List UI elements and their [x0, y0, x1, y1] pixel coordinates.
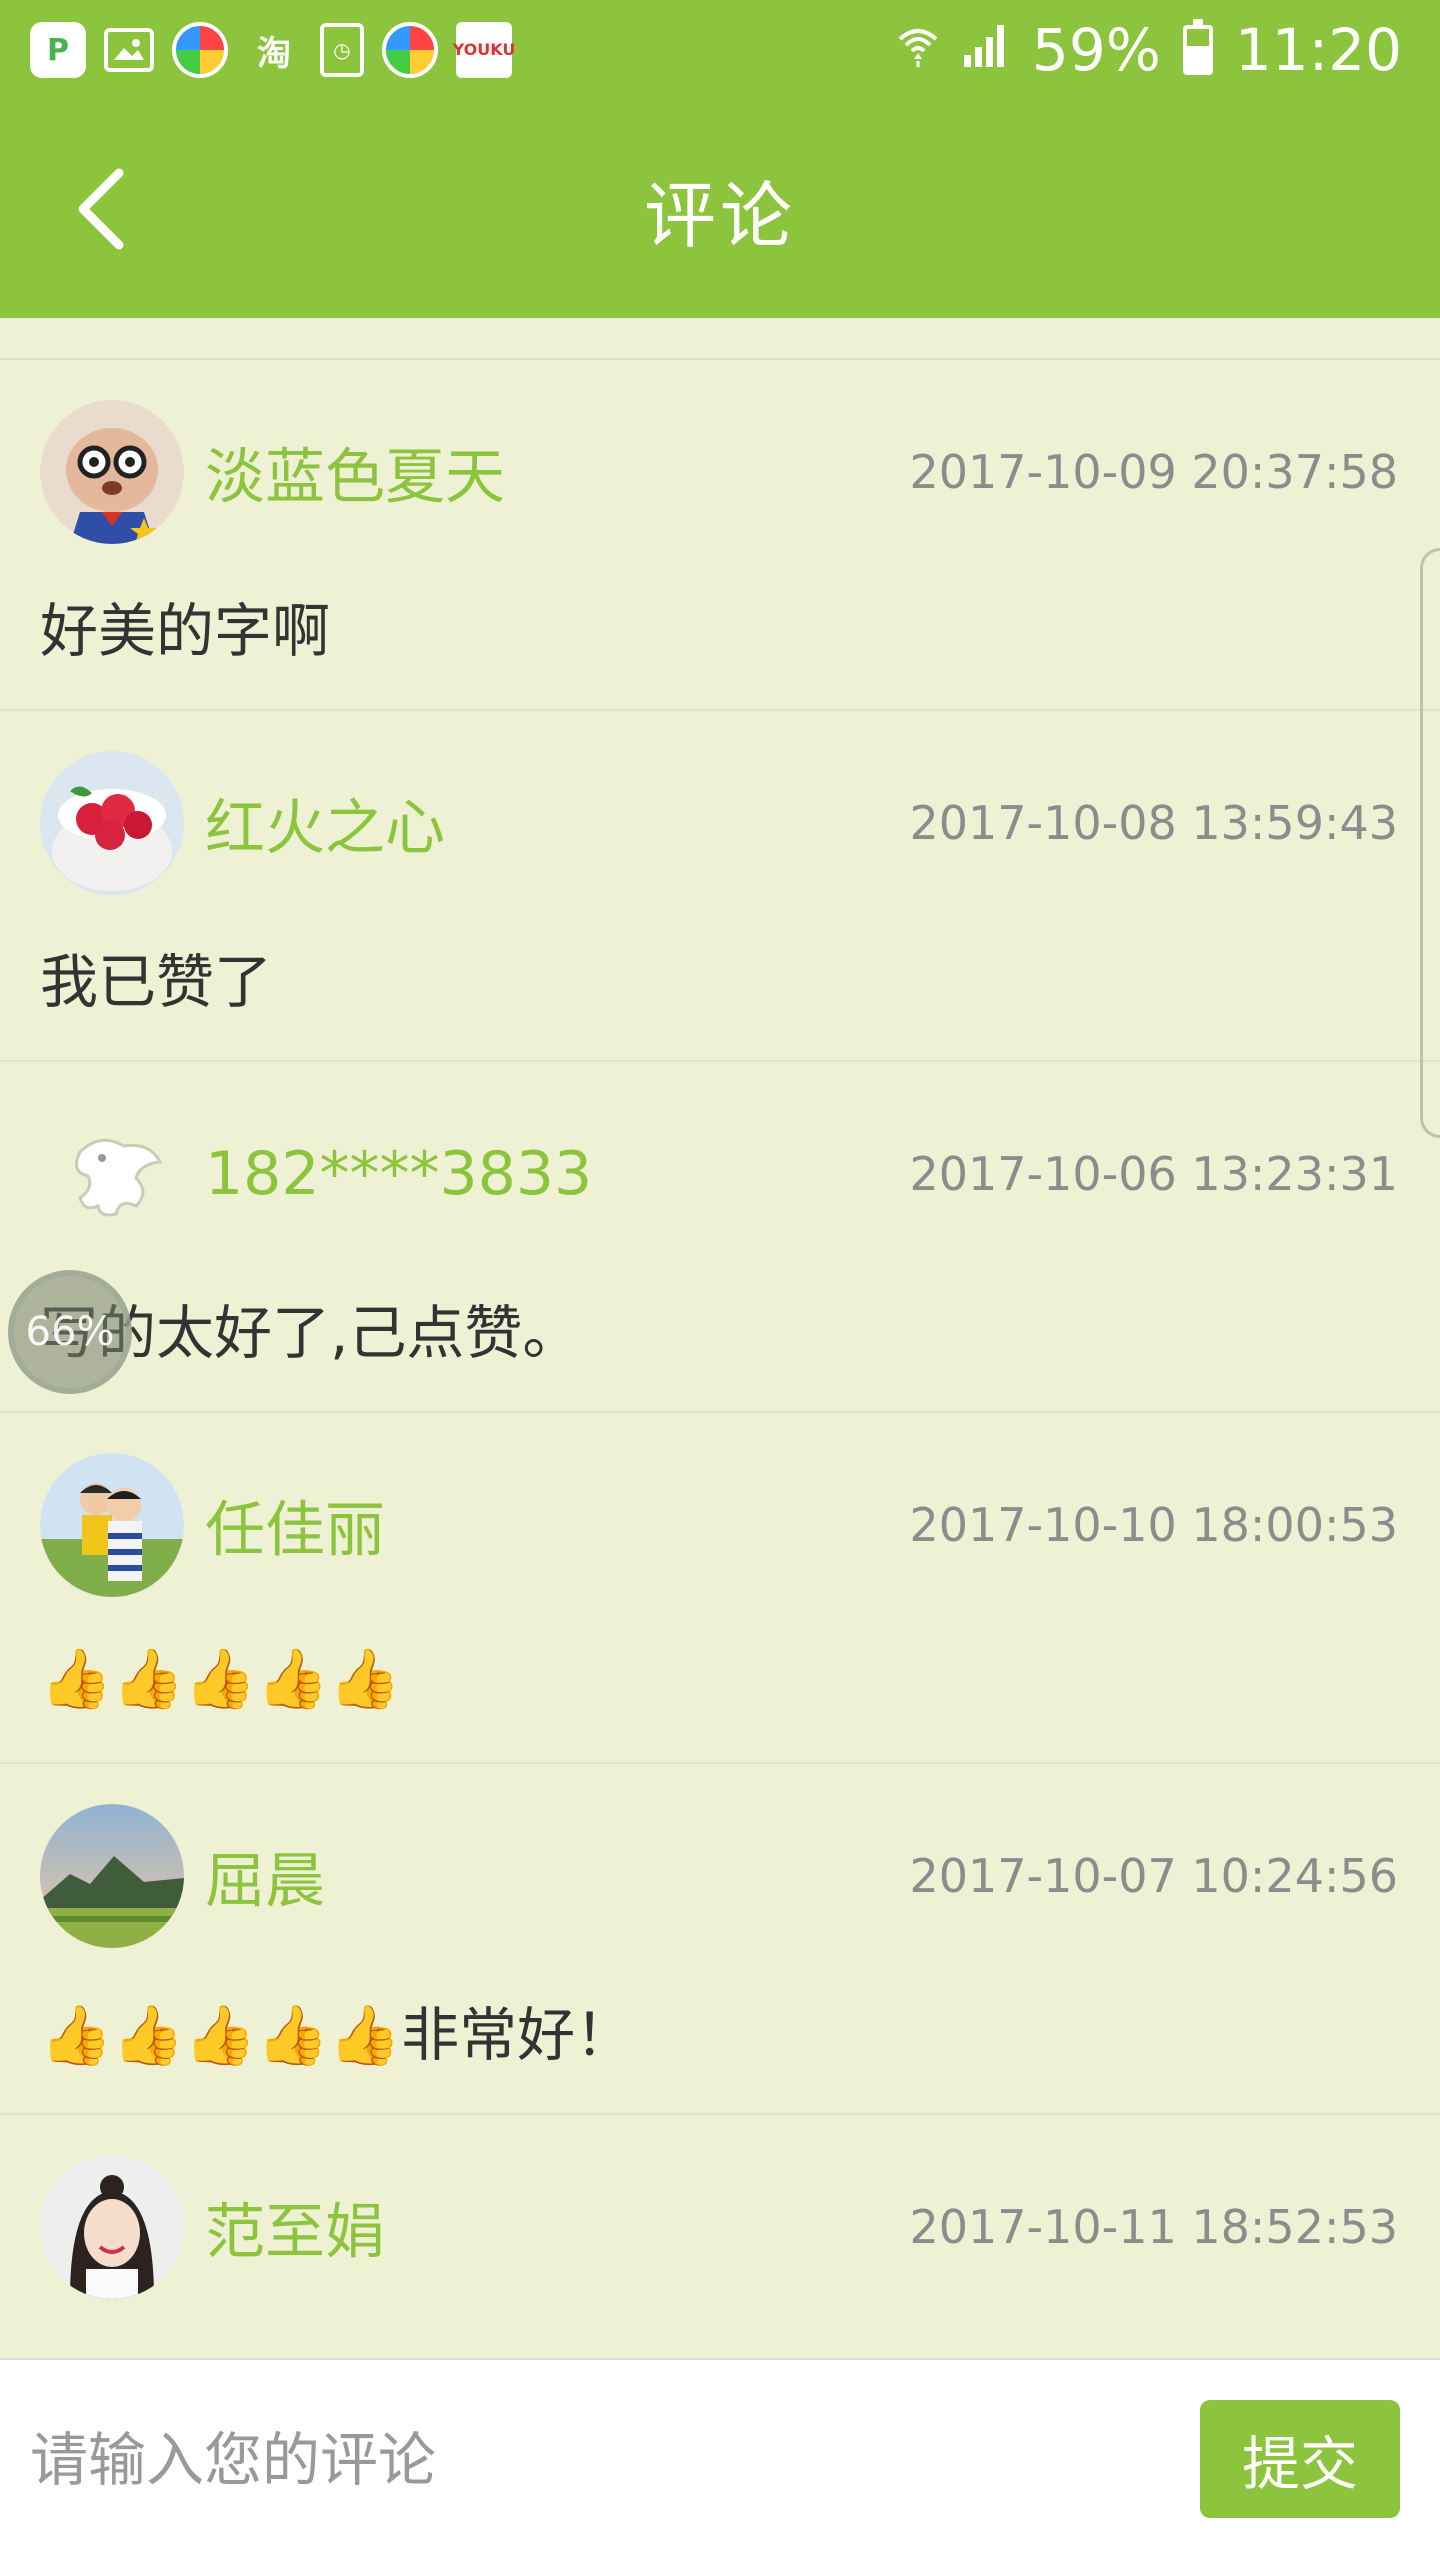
status-bar: P 淘 ◷ YOUKU 59% 11:20 [0, 0, 1440, 100]
comment-item: 任佳丽 2017-10-10 18:00:53 👍👍👍👍👍 [0, 1413, 1440, 1764]
comment-item: 屈晨 2017-10-07 10:24:56 👍👍👍👍👍非常好！ [0, 1764, 1440, 2115]
timestamp: 2017-10-08 13:59:43 [909, 796, 1398, 850]
comment-item: 182****3833 2017-10-06 13:23:31 写的太好了,己点… [0, 1062, 1440, 1413]
submit-button[interactable]: 提交 [1200, 2400, 1400, 2518]
raspberries-avatar[interactable] [40, 751, 184, 895]
comment-text: 👍👍👍👍👍 [40, 1644, 402, 1713]
comment-input[interactable] [30, 2400, 1170, 2520]
timestamp: 2017-10-10 18:00:53 [909, 1498, 1398, 1552]
timestamp: 2017-10-09 20:37:58 [909, 445, 1398, 499]
signal-icon [962, 23, 1010, 78]
girl-portrait-avatar[interactable] [40, 2155, 184, 2299]
comment-list[interactable]: 淡蓝色夏天 2017-10-09 20:37:58 好美的字啊 红火之心 201… [0, 358, 1440, 2400]
comment-input-bar: 提交 [0, 2358, 1440, 2560]
cartoon-dog-avatar[interactable] [40, 400, 184, 544]
comment-text: 好美的字啊 [40, 597, 331, 665]
username[interactable]: 红火之心 [205, 780, 445, 867]
ball-app-icon-2 [382, 22, 438, 78]
dragon-sketch-avatar[interactable] [40, 1102, 184, 1246]
ball-app-icon [172, 22, 228, 78]
back-button[interactable] [60, 149, 140, 269]
notification-icons: P 淘 ◷ YOUKU [30, 22, 515, 78]
children-avatar[interactable] [40, 1453, 184, 1597]
comment-item: 淡蓝色夏天 2017-10-09 20:37:58 好美的字啊 [0, 360, 1440, 711]
page-title: 评论 [643, 173, 796, 258]
comment-text: 我已赞了 [40, 948, 273, 1016]
comment-item: 红火之心 2017-10-08 13:59:43 我已赞了 [0, 711, 1440, 1062]
parking-app-icon: P [30, 22, 86, 78]
timestamp: 2017-10-07 10:24:56 [909, 1849, 1398, 1903]
username[interactable]: 182****3833 [205, 1139, 592, 1209]
gallery-app-icon [104, 28, 154, 72]
edge-panel-handle[interactable] [1420, 548, 1440, 1138]
battery-percent: 59% [1031, 16, 1161, 84]
username[interactable]: 淡蓝色夏天 [205, 429, 505, 516]
chevron-left-icon [78, 168, 124, 250]
landscape-avatar[interactable] [40, 1804, 184, 1948]
youku-app-icon: YOUKU [453, 22, 515, 78]
username[interactable]: 范至娟 [205, 2184, 385, 2271]
battery-icon [1182, 19, 1213, 75]
timestamp: 2017-10-06 13:23:31 [909, 1147, 1398, 1201]
comments-screen: P 淘 ◷ YOUKU 59% 11:20 评论 淡蓝色夏天 2017-10-0… [0, 0, 1440, 2560]
clock-app-icon: ◷ [320, 23, 364, 77]
timestamp: 2017-10-11 18:52:53 [909, 2200, 1398, 2254]
taobao-app-icon: 淘 [257, 33, 291, 74]
wifi-icon [896, 23, 940, 78]
username[interactable]: 任佳丽 [205, 1482, 385, 1569]
system-status: 59% 11:20 [896, 16, 1402, 84]
comment-text: 👍👍👍👍👍非常好！ [40, 2001, 634, 2069]
title-bar: 评论 [0, 100, 1440, 318]
floating-progress-bubble[interactable]: 66% [8, 1270, 132, 1394]
clock-time: 11:20 [1234, 16, 1402, 84]
username[interactable]: 屈晨 [205, 1833, 325, 1920]
